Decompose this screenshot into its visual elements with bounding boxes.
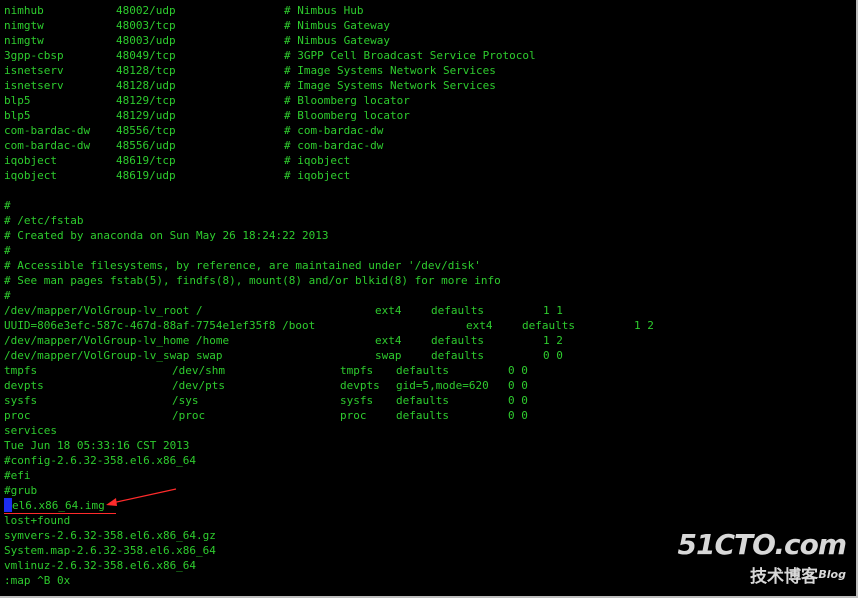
- fstab-options: defaults: [522, 319, 575, 332]
- pseudo-fs-mount: /proc: [172, 409, 206, 422]
- service-name: iqobject: [4, 154, 57, 167]
- pseudo-fs-options: defaults: [396, 409, 449, 422]
- service-port: 48003/tcp: [116, 19, 176, 32]
- fstab-comment-line: # /etc/fstab: [4, 214, 84, 227]
- pseudo-fs-dump-pass: 0 0: [508, 379, 528, 392]
- boot-file-line: vmlinuz-2.6.32-358.el6.x86_64: [4, 559, 197, 572]
- pseudo-fs-device: tmpfs: [4, 364, 38, 377]
- service-comment: # Nimbus Gateway: [284, 34, 390, 47]
- service-port: 48556/tcp: [116, 124, 176, 137]
- service-name: com-bardac-dw: [4, 139, 91, 152]
- fstab-comment-line: #: [4, 199, 11, 212]
- service-comment: # Image Systems Network Services: [284, 64, 496, 77]
- fstab-dump-pass: 1 1: [543, 304, 563, 317]
- vi-command-line[interactable]: :map ^B 0x: [4, 573, 70, 588]
- file-list-line: #grub: [4, 484, 38, 497]
- cursor-line: el6.x86_64.img: [12, 499, 105, 512]
- terminal-window[interactable]: nimhub 48002/udp # Nimbus Hub nimgtw 48003/t…: [0, 0, 858, 598]
- service-name: nimhub: [4, 4, 44, 17]
- service-name: blp5: [4, 94, 31, 107]
- fstab-type: ext4: [375, 304, 402, 317]
- watermark-logo: 51CTO.com 技术博客 Blog: [678, 528, 847, 588]
- service-name: isnetserv: [4, 64, 64, 77]
- service-comment: # Bloomberg locator: [284, 109, 410, 122]
- pseudo-fs-device: sysfs: [4, 394, 38, 407]
- file-list-line: Tue Jun 18 05:33:16 CST 2013: [4, 439, 190, 452]
- service-port: 48128/udp: [116, 79, 176, 92]
- pseudo-fs-mount: /sys: [172, 394, 199, 407]
- service-port: 48129/udp: [116, 109, 176, 122]
- service-port: 48003/udp: [116, 34, 176, 47]
- service-comment: # 3GPP Cell Broadcast Service Protocol: [284, 49, 536, 62]
- service-port: 48128/tcp: [116, 64, 176, 77]
- service-comment: # Image Systems Network Services: [284, 79, 496, 92]
- service-comment: # Nimbus Hub: [284, 4, 364, 17]
- watermark-cn: 技术博客: [750, 567, 818, 587]
- fstab-comment-line: # See man pages fstab(5), findfs(8), mou…: [4, 274, 501, 287]
- boot-file-line: symvers-2.6.32-358.el6.x86_64.gz: [4, 529, 216, 542]
- fstab-type: ext4: [466, 319, 493, 332]
- fstab-comment-line: #: [4, 289, 11, 302]
- service-comment: # iqobject: [284, 154, 351, 167]
- file-list-line: #config-2.6.32-358.el6.x86_64: [4, 454, 197, 467]
- pseudo-fs-device: devpts: [4, 379, 44, 392]
- pseudo-fs-type: devpts: [340, 379, 380, 392]
- boot-file-line: System.map-2.6.32-358.el6.x86_64: [4, 544, 216, 557]
- service-port: 48049/tcp: [116, 49, 176, 62]
- watermark-site: 51CTO.com: [677, 528, 847, 561]
- service-comment: # com-bardac-dw: [284, 139, 384, 152]
- pseudo-fs-options: gid=5,mode=620: [396, 379, 489, 392]
- fstab-type: ext4: [375, 334, 402, 347]
- pseudo-fs-options: defaults: [396, 364, 449, 377]
- service-comment: # iqobject: [284, 169, 351, 182]
- fstab-comment-line: # Accessible filesystems, by reference, …: [4, 259, 481, 272]
- service-comment: # com-bardac-dw: [284, 124, 384, 137]
- pseudo-fs-device: proc: [4, 409, 31, 422]
- fstab-type: swap: [375, 349, 402, 362]
- file-list-line: services: [4, 424, 57, 437]
- fstab-comment-line: # Created by anaconda on Sun May 26 18:2…: [4, 229, 329, 242]
- fstab-comment-line: #: [4, 244, 11, 257]
- red-arrow-icon: [106, 488, 177, 506]
- service-port: 48619/udp: [116, 169, 176, 182]
- fstab-device-mount: UUID=806e3efc-587c-467d-88af-7754e1ef35f…: [4, 319, 316, 332]
- fstab-options: defaults: [431, 349, 484, 362]
- fstab-dump-pass: 1 2: [543, 334, 563, 347]
- text-cursor: [4, 498, 12, 512]
- service-name: nimgtw: [4, 19, 44, 32]
- file-list-line: #efi: [4, 469, 31, 482]
- service-name: 3gpp-cbsp: [4, 49, 64, 62]
- service-port: 48002/udp: [116, 4, 176, 17]
- fstab-device-mount: /dev/mapper/VolGroup-lv_root /: [4, 304, 203, 317]
- service-port: 48556/udp: [116, 139, 176, 152]
- service-name: isnetserv: [4, 79, 64, 92]
- fstab-device-mount: /dev/mapper/VolGroup-lv_swap swap: [4, 349, 223, 362]
- service-port: 48129/tcp: [116, 94, 176, 107]
- service-comment: # Nimbus Gateway: [284, 19, 390, 32]
- service-name: blp5: [4, 109, 31, 122]
- pseudo-fs-mount: /dev/shm: [172, 364, 225, 377]
- fstab-dump-pass: 0 0: [543, 349, 563, 362]
- fstab-device-mount: /dev/mapper/VolGroup-lv_home /home: [4, 334, 230, 347]
- pseudo-fs-options: defaults: [396, 394, 449, 407]
- watermark-blog: Blog: [818, 568, 846, 581]
- service-comment: # Bloomberg locator: [284, 94, 410, 107]
- fstab-options: defaults: [431, 304, 484, 317]
- fstab-dump-pass: 1 2: [634, 319, 654, 332]
- fstab-options: defaults: [431, 334, 484, 347]
- pseudo-fs-type: sysfs: [340, 394, 374, 407]
- service-name: iqobject: [4, 169, 57, 182]
- pseudo-fs-mount: /dev/pts: [172, 379, 225, 392]
- boot-file-line: lost+found: [4, 514, 71, 527]
- pseudo-fs-dump-pass: 0 0: [508, 409, 528, 422]
- service-name: com-bardac-dw: [4, 124, 91, 137]
- pseudo-fs-type: proc: [340, 409, 367, 422]
- service-port: 48619/tcp: [116, 154, 176, 167]
- pseudo-fs-type: tmpfs: [340, 364, 374, 377]
- pseudo-fs-dump-pass: 0 0: [508, 364, 528, 377]
- pseudo-fs-dump-pass: 0 0: [508, 394, 528, 407]
- service-name: nimgtw: [4, 34, 44, 47]
